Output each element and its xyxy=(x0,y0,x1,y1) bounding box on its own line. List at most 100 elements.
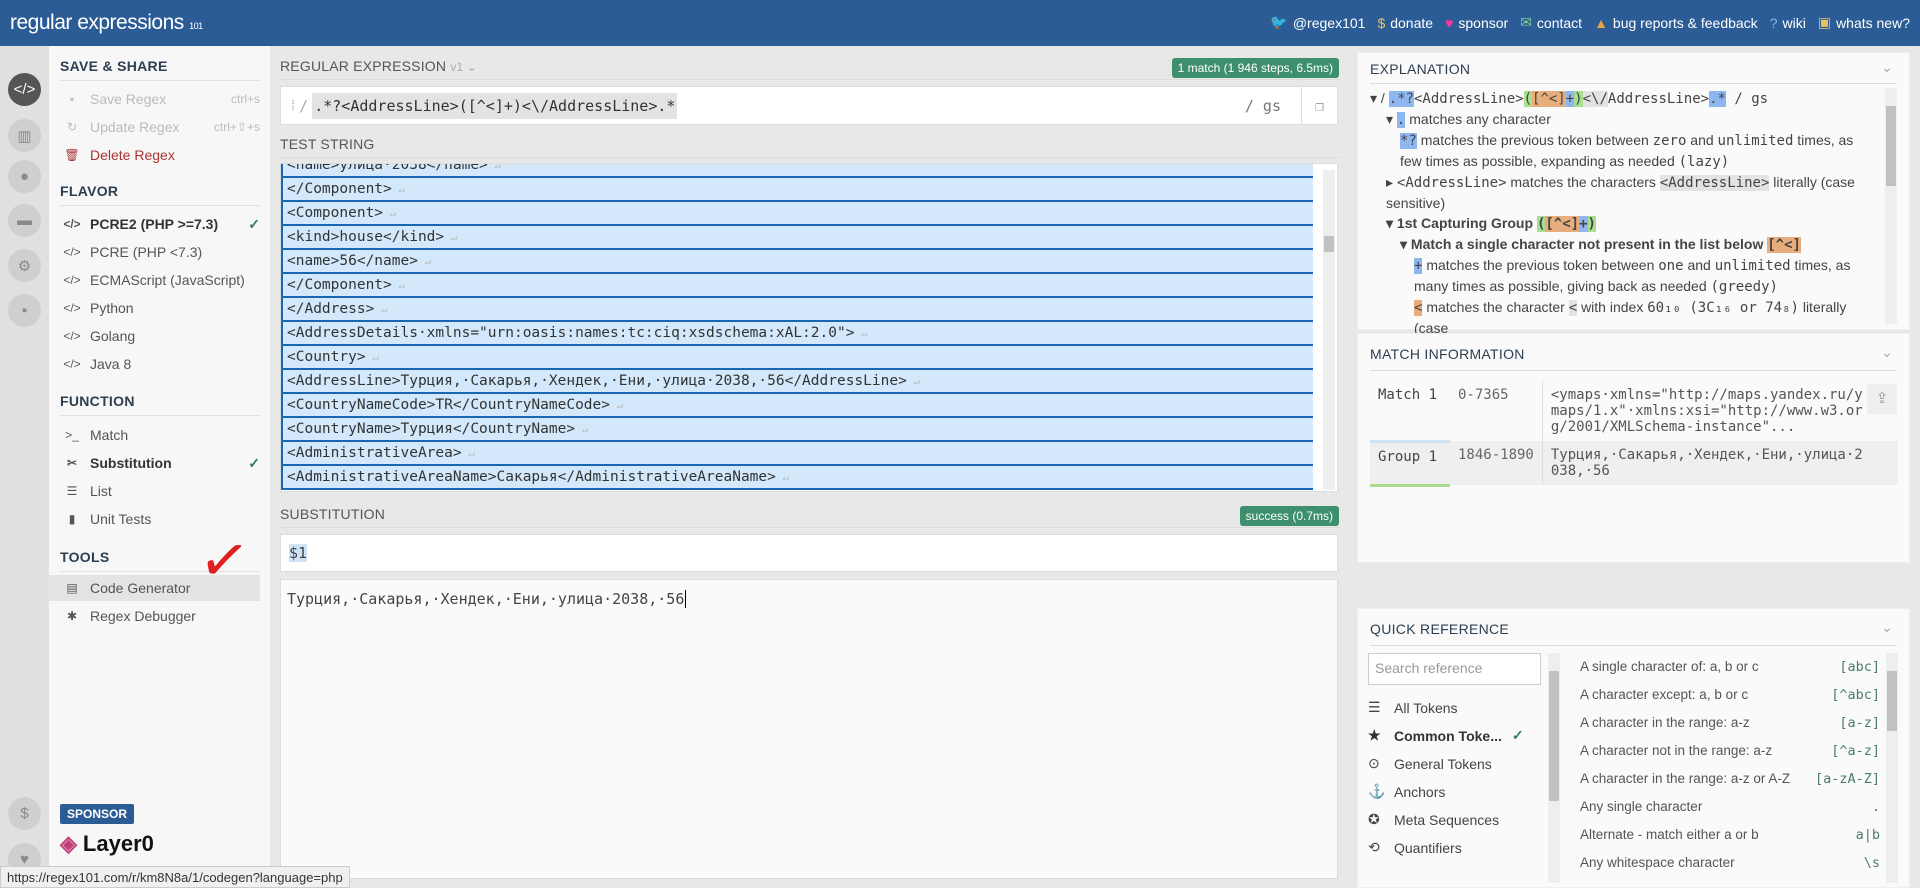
sidebar-item[interactable]: ✱ Regex Debugger xyxy=(60,603,260,629)
share-icon[interactable]: ⇪ xyxy=(1867,384,1897,414)
sponsor-logo[interactable]: ◈ Layer0 xyxy=(60,831,154,857)
reference-item[interactable]: Any whitespace character \s xyxy=(1580,855,1880,871)
sidebar-item[interactable]: ↻ Update Regex ctrl+⇧+s xyxy=(60,114,260,140)
explanation-scrollbar[interactable] xyxy=(1885,88,1897,324)
sidebar-item[interactable]: ▪ Save Regex ctrl+s xyxy=(60,86,260,112)
nav-wiki[interactable]: ? wiki xyxy=(1770,14,1806,31)
top-header: regular expressions 101 🐦 @regex101 $ donat… xyxy=(0,0,1920,46)
test-line: <CountryName>Турция</CountryName> ↵ xyxy=(281,418,1313,442)
test-line: <AddressLine>Турция,·Сакарья,·Хендек,·Ен… xyxy=(281,370,1313,394)
regex-flags[interactable]: / gs xyxy=(1245,97,1281,115)
flavor-heading: FLAVOR xyxy=(60,183,260,206)
bug-icon: ✱ xyxy=(66,609,78,623)
mail-icon: ✉ xyxy=(1520,14,1532,30)
status-bar-url: https://regex101.com/r/km8N8a/1/codegen?… xyxy=(0,866,350,888)
substitution-input[interactable]: $1 xyxy=(280,534,1338,572)
sidebar-item[interactable]: </> Golang xyxy=(60,323,260,349)
icon-bar: </> ▥ ● ▬ ⚙ ▪ $ ♥ xyxy=(0,46,49,888)
reference-item[interactable]: Alternate - match either a or b a|b xyxy=(1580,827,1880,843)
test-line: <AdministrativeAreaName>Сакарья</Adminis… xyxy=(281,466,1313,490)
search-reference-input[interactable]: Search reference xyxy=(1368,653,1541,685)
reference-category[interactable]: ⟲ Quantifiers xyxy=(1368,839,1538,856)
reference-item[interactable]: A single character of: a, b or c [abc] xyxy=(1580,659,1880,675)
test-line: </Component> ↵ xyxy=(281,274,1313,298)
regex-pattern[interactable]: .*?<AddressLine>([^<]+)<\/AddressLine>.* xyxy=(312,92,678,119)
reference-item[interactable]: Any single character. xyxy=(1580,799,1880,815)
nav-contact[interactable]: ✉ contact xyxy=(1520,14,1582,31)
copy-icon[interactable]: ❐ xyxy=(1301,87,1337,124)
news-icon: ▣ xyxy=(1817,14,1832,30)
test-line: <CountryNameCode>TR</CountryNameCode> ↵ xyxy=(281,394,1313,418)
sidebar-item[interactable]: </> Java 8 xyxy=(60,351,260,377)
match-information-panel: MATCH INFORMATION ⌄ Match 1 0-7365 <ymaps·x… xyxy=(1357,333,1910,563)
regex-input[interactable]: ⁞ / .*?<AddressLine>([^<]+)<\/AddressLine… xyxy=(280,86,1338,125)
sidebar-item[interactable]: ☰ List xyxy=(60,478,260,504)
heart-icon: ♥ xyxy=(1445,14,1454,31)
reference-category[interactable]: ⚓ Anchors xyxy=(1368,783,1538,800)
nav-bug-reports-feedback[interactable]: ▲ bug reports & feedback xyxy=(1594,14,1758,31)
reference-category[interactable]: ✪ Meta Sequences xyxy=(1368,811,1538,828)
match-row[interactable]: Group 1 1846-1890 Турция,·Сакарья,·Хендек,… xyxy=(1370,441,1898,487)
test-scrollbar[interactable] xyxy=(1323,170,1335,490)
nav-sponsor[interactable]: ♥ sponsor xyxy=(1445,14,1508,31)
reference-category[interactable]: ★ Common Toke... ✓ xyxy=(1368,727,1538,744)
reference-item[interactable]: A character not in the range: a-z [^a-z] xyxy=(1580,743,1880,759)
quick-reference-panel: QUICK REFERENCE ⌄ Search reference ☰ All T… xyxy=(1357,608,1910,888)
logo[interactable]: regular expressions 101 xyxy=(10,11,203,35)
code-icon: </> xyxy=(63,329,81,343)
reference-category[interactable]: ☰ All Tokens xyxy=(1368,699,1538,716)
nav-whats-new-[interactable]: ▣ whats new? xyxy=(1818,14,1910,31)
chevron-down-icon[interactable]: ⌄ xyxy=(1881,344,1893,361)
gamepad-icon[interactable]: ▬ xyxy=(8,204,41,237)
drag-handle-icon[interactable]: ⁞ xyxy=(291,96,295,115)
sidebar-item[interactable]: 🗑 Delete Regex xyxy=(60,142,260,168)
reference-item[interactable]: A character except: a, b or c [^abc] xyxy=(1580,687,1880,703)
nav-donate[interactable]: $ donate xyxy=(1377,14,1433,31)
category-scrollbar[interactable] xyxy=(1548,653,1560,883)
reference-scrollbar[interactable] xyxy=(1886,653,1898,883)
sidebar-item[interactable]: </> ECMAScript (JavaScript) xyxy=(60,267,260,293)
code-icon[interactable]: </> xyxy=(8,73,41,106)
dollar-icon[interactable]: $ xyxy=(8,797,41,830)
test-tube-icon: ▮ xyxy=(68,512,76,526)
sidebar-item[interactable]: </> Python xyxy=(60,295,260,321)
target-icon: ⊙ xyxy=(1368,755,1380,771)
stack-icon: ☰ xyxy=(1368,699,1381,715)
sidebar-item[interactable]: </> PCRE2 (PHP >=7.3) ✓ xyxy=(60,211,260,237)
reference-item[interactable]: A character in the range: a-z [a-z] xyxy=(1580,715,1880,731)
save-share-heading: SAVE & SHARE xyxy=(60,58,260,81)
test-line: </Component> ↵ xyxy=(281,178,1313,202)
version-select[interactable]: v1 ⌄ xyxy=(450,60,477,74)
explanation-panel: EXPLANATION ⌄ ▾ / .*?<AddressLine>([^<]+)… xyxy=(1357,52,1910,336)
save-icon: ▪ xyxy=(69,92,75,106)
sidebar-item[interactable]: ✂ Substitution ✓ xyxy=(60,450,260,476)
match-row[interactable]: Match 1 0-7365 <ymaps·xmlns="http://maps.y… xyxy=(1370,381,1898,443)
sidebar: SAVE & SHARE ▪ Save Regex ctrl+s ↻ Update Re… xyxy=(49,46,270,888)
repeat-icon: ⟲ xyxy=(1368,839,1380,855)
reference-category[interactable]: ⊙ General Tokens xyxy=(1368,755,1538,772)
chat-icon[interactable]: ▪ xyxy=(8,294,41,327)
sidebar-item[interactable]: </> PCRE (PHP <7.3) xyxy=(60,239,260,265)
check-icon: ✓ xyxy=(248,454,260,471)
chevron-down-icon[interactable]: ⌄ xyxy=(1881,619,1893,636)
substitution-heading: SUBSTITUTION xyxy=(280,506,1340,528)
chevron-down-icon[interactable]: ⌄ xyxy=(1881,59,1893,76)
library-icon[interactable]: ▥ xyxy=(8,119,41,152)
nav--regex101[interactable]: 🐦 @regex101 xyxy=(1270,14,1365,31)
user-icon[interactable]: ● xyxy=(8,160,41,193)
gear-icon[interactable]: ⚙ xyxy=(8,249,41,282)
star-icon: ★ xyxy=(1368,727,1381,743)
test-line: <name>56</name> ↵ xyxy=(281,250,1313,274)
test-line: <kind>house</kind> ↵ xyxy=(281,226,1313,250)
check-icon: ✓ xyxy=(248,215,260,232)
reference-item[interactable]: A character in the range: a-z or A-Z [a-z… xyxy=(1580,771,1880,787)
test-string-heading: TEST STRING xyxy=(280,136,1340,158)
test-line: <Component> ↵ xyxy=(281,202,1313,226)
code-icon: </> xyxy=(63,301,81,315)
substitution-result[interactable]: Турция,·Сакарья,·Хендек,·Ени,·улица·2038… xyxy=(280,579,1338,879)
explanation-heading: EXPLANATION xyxy=(1370,61,1471,77)
test-string-input[interactable]: <name>улица·2038</name> ↵ </Component> ↵ <… xyxy=(280,163,1338,492)
test-line: <AddressDetails·xmlns="urn:oasis:names:t… xyxy=(281,322,1313,346)
test-line: </Address> ↵ xyxy=(281,298,1313,322)
sidebar-item[interactable]: >_ Match xyxy=(60,422,260,448)
